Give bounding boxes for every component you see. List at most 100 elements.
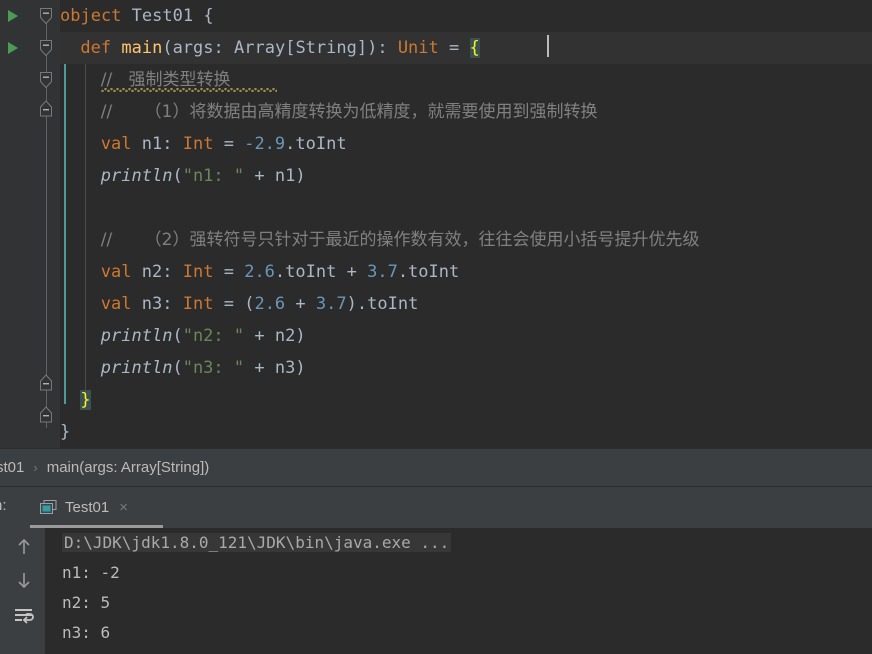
chevron-right-icon: › (33, 460, 38, 475)
code-token: + (346, 262, 357, 282)
run-tool-window[interactable]: n: Test01 × (0, 486, 872, 654)
code-token: Unit (397, 38, 439, 58)
console-line: n1: -2 (62, 558, 120, 588)
code-token: n3 (141, 294, 163, 314)
console-line: n3: 6 (62, 618, 110, 648)
code-token: "n3: " (182, 358, 245, 378)
console-line: n2: 5 (62, 588, 110, 618)
code-line[interactable]: println("n3: " + n3) (101, 352, 306, 384)
code-token: "n1: " (182, 166, 245, 186)
code-token: val (100, 262, 132, 282)
code-token: args (172, 38, 214, 58)
console-toolbar-divider (45, 528, 46, 654)
code-line[interactable]: // （2）强转符号只针对于最近的操作数有效，往往会使用小括号提升优先级 (101, 224, 700, 256)
code-token: + (295, 294, 306, 314)
code-line[interactable]: def main(args: Array[String]): Unit = { (80, 32, 480, 64)
code-text-layer[interactable]: object Test01 {def main(args: Array[Stri… (0, 0, 872, 448)
code-token: = (223, 262, 234, 282)
code-line[interactable]: val n1: Int = -2.9.toInt (101, 128, 347, 160)
code-token: ) (295, 326, 306, 346)
code-token: ( (172, 358, 183, 378)
code-line[interactable]: println("n2: " + n2) (101, 320, 306, 352)
code-token: [ (285, 38, 296, 58)
code-token: n1 (141, 134, 163, 154)
code-token: 2.6 (254, 294, 286, 314)
breadcrumb[interactable]: st01 › main(args: Array[String]) (0, 448, 872, 486)
console-line-text: n1: -2 (62, 563, 120, 582)
code-token: n1 (274, 166, 296, 186)
code-token: ) (346, 294, 357, 314)
run-tab-test01[interactable]: Test01 × (34, 492, 134, 522)
code-token: + (254, 166, 265, 186)
code-token: .toInt (274, 262, 337, 282)
code-token: object (60, 6, 122, 26)
code-token: Int (182, 134, 214, 154)
code-token: + (254, 358, 265, 378)
code-token: main (121, 38, 163, 58)
code-token: val (100, 134, 132, 154)
code-token: : (162, 294, 183, 314)
code-token: 3.7 (315, 294, 347, 314)
code-token: n3 (274, 358, 296, 378)
console-text[interactable]: D:\JDK\jdk1.8.0_121\JDK\bin\java.exe ...… (46, 528, 872, 654)
code-line[interactable]: } (80, 384, 91, 416)
soft-wrap-icon[interactable] (13, 604, 35, 626)
code-token: Int (182, 262, 214, 282)
run-configuration-icon (40, 499, 57, 515)
code-token: { (469, 38, 480, 58)
code-token: ( (172, 326, 183, 346)
code-token: = (449, 38, 460, 58)
run-window-title: n: (0, 497, 7, 514)
code-token: = (223, 134, 234, 154)
code-token: ( (162, 38, 173, 58)
code-line[interactable]: // （1）将数据由高精度转换为低精度，就需要使用到强制转换 (101, 96, 598, 128)
code-token: // 强制类型转换 (100, 70, 231, 90)
code-token: String (295, 38, 357, 58)
code-token: println (100, 326, 173, 346)
breadcrumb-item-method[interactable]: main(args: Array[String]) (47, 459, 210, 476)
code-token: } (60, 422, 71, 442)
code-line[interactable]: val n3: Int = (2.6 + 3.7).toInt (101, 288, 419, 320)
arrow-up-icon[interactable] (13, 536, 35, 558)
console-toolbar[interactable] (0, 528, 46, 654)
code-editor[interactable]: object Test01 {def main(args: Array[Stri… (0, 0, 872, 448)
breadcrumb-item-class[interactable]: st01 (0, 459, 24, 476)
code-token: val (100, 294, 132, 314)
code-line[interactable]: } (60, 416, 70, 448)
console-output-panel[interactable]: D:\JDK\jdk1.8.0_121\JDK\bin\java.exe ...… (0, 528, 872, 654)
code-line[interactable]: object Test01 { (60, 0, 214, 32)
code-token: println (100, 166, 173, 186)
run-window-header: n: Test01 × (0, 487, 872, 528)
code-token: Int (182, 294, 214, 314)
code-line[interactable]: println("n1: " + n1) (101, 160, 306, 192)
close-icon[interactable]: × (119, 499, 128, 516)
run-tab-label: Test01 (65, 498, 110, 516)
arrow-down-icon[interactable] (13, 569, 35, 591)
code-line[interactable]: val n2: Int = 2.6.toInt + 3.7.toInt (101, 256, 459, 288)
code-token: // （1）将数据由高精度转换为低精度，就需要使用到强制转换 (100, 102, 598, 122)
code-token: : (213, 38, 234, 58)
